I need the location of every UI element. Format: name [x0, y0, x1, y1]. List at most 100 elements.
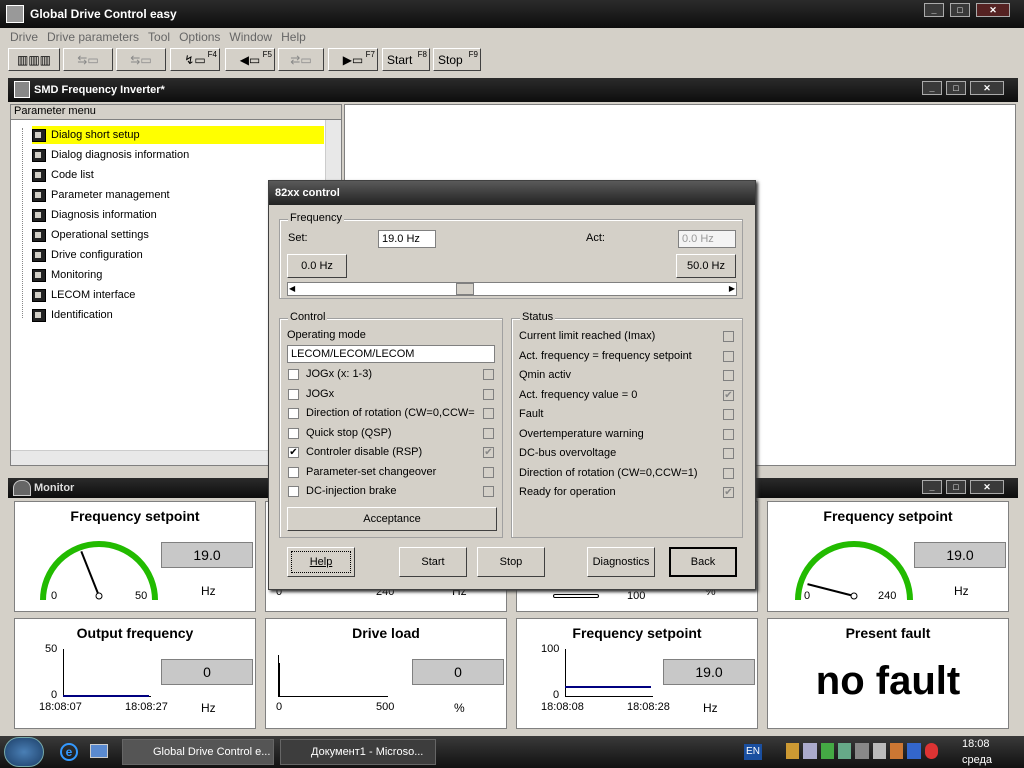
- tray-speaker-icon[interactable]: [872, 743, 886, 759]
- menu-tool[interactable]: Tool: [148, 30, 170, 46]
- min-frequency-button[interactable]: 0.0 Hz: [287, 254, 347, 278]
- act-frequency-field: 0.0 Hz: [678, 230, 736, 248]
- clock-time[interactable]: 18:08: [962, 738, 990, 750]
- help-button[interactable]: Help: [287, 547, 355, 577]
- set-frequency-input[interactable]: 19.0 Hz: [378, 230, 436, 248]
- tree-item-code-list[interactable]: Code list: [32, 166, 94, 184]
- menu-drive-parameters[interactable]: Drive parameters: [47, 30, 139, 46]
- control-status-indicator: [483, 486, 494, 497]
- control-checkbox[interactable]: [288, 466, 299, 478]
- control-checkbox[interactable]: [288, 427, 299, 439]
- menu-window[interactable]: Window: [229, 30, 272, 46]
- frequency-slider[interactable]: ◀ ▶: [287, 282, 737, 296]
- tree-item-diagnosis-information[interactable]: Diagnosis information: [32, 206, 157, 224]
- tree-item-dialog-short-setup[interactable]: Dialog short setup: [32, 126, 324, 144]
- tree-item-operational-settings[interactable]: Operational settings: [32, 226, 149, 244]
- tree-item-monitoring[interactable]: Monitoring: [32, 266, 102, 284]
- status-indicator: [723, 331, 734, 342]
- toolbar-start-button[interactable]: Start F8: [382, 48, 430, 71]
- toolbar-drives-button[interactable]: ▥▥▥: [8, 48, 60, 71]
- tray-icons[interactable]: [786, 743, 938, 761]
- trend-line: [63, 695, 149, 697]
- max-frequency-button[interactable]: 50.0 Hz: [676, 254, 736, 278]
- inner-maximize-button[interactable]: □: [946, 81, 966, 95]
- toolbar-monitor-button[interactable]: ↯▭ F4: [170, 48, 220, 71]
- stop-button[interactable]: Stop: [477, 547, 545, 577]
- tree-item-drive-configuration[interactable]: Drive configuration: [32, 246, 143, 264]
- status-group: Status Current limit reached (Imax) Act. …: [511, 311, 743, 538]
- panel-drive-load: Drive load 0 500 0 %: [265, 618, 507, 729]
- control-status-indicator: ✔: [483, 447, 494, 458]
- task-word-document[interactable]: Документ1 - Microso...: [280, 739, 436, 765]
- gauge: [795, 541, 913, 601]
- toolbar-read-button[interactable]: ◀▭ F5: [225, 48, 275, 71]
- start-orb[interactable]: [4, 737, 44, 767]
- slider-right-arrow[interactable]: ▶: [723, 284, 735, 294]
- browser-icon[interactable]: e: [60, 743, 78, 761]
- tray-connection-icon[interactable]: [837, 743, 852, 759]
- show-desktop-icon[interactable]: [90, 744, 108, 758]
- tray-display-icon[interactable]: [907, 743, 921, 759]
- monitor-maximize-button[interactable]: □: [946, 480, 966, 494]
- control-checkbox[interactable]: [288, 388, 299, 400]
- tray-antivirus-icon[interactable]: [820, 743, 834, 759]
- tray-sync-icon[interactable]: [855, 743, 869, 759]
- control-checkbox[interactable]: [288, 486, 299, 497]
- control-checkbox[interactable]: ✔: [288, 447, 299, 458]
- tree-item-lecom-interface[interactable]: LECOM interface: [32, 286, 135, 304]
- menu-options[interactable]: Options: [179, 30, 220, 46]
- inner-close-button[interactable]: ✕: [970, 81, 1004, 95]
- monitor-close-button[interactable]: ✕: [970, 480, 1004, 494]
- control-group: Control Operating mode LECOM/LECOM/LECOM…: [279, 311, 503, 538]
- start-button[interactable]: Start: [399, 547, 467, 577]
- maximize-button[interactable]: □: [950, 3, 970, 17]
- close-button[interactable]: ✕: [976, 3, 1010, 17]
- tree-item-parameter-management[interactable]: Parameter management: [32, 186, 170, 204]
- diagnostics-button[interactable]: Diagnostics: [587, 547, 655, 577]
- tree-item-dialog-diagnosis[interactable]: Dialog diagnosis information: [32, 146, 189, 164]
- menu-drive[interactable]: Drive: [10, 30, 38, 46]
- control-checkbox[interactable]: [288, 369, 299, 380]
- task-global-drive-control[interactable]: Global Drive Control e...: [122, 739, 274, 765]
- toolbar-param-button[interactable]: ⇆▭: [63, 48, 113, 71]
- minimize-button[interactable]: _: [924, 3, 944, 17]
- toolbar-compare-button[interactable]: ⇄▭: [278, 48, 324, 71]
- folder-icon: [32, 208, 46, 222]
- status-item-label: Fault: [519, 408, 544, 420]
- slider-left-arrow[interactable]: ◀: [289, 284, 301, 294]
- inner-minimize-button[interactable]: _: [922, 81, 942, 95]
- toolbar-param2-button[interactable]: ⇆▭: [116, 48, 166, 71]
- panel-title: Frequency setpoint: [823, 508, 953, 524]
- trend-line: [565, 686, 651, 688]
- back-button[interactable]: Back: [669, 547, 737, 577]
- toolbar-stop-button[interactable]: Stop F9: [433, 48, 481, 71]
- menu-help[interactable]: Help: [281, 30, 306, 46]
- panel-title: Output frequency: [76, 625, 194, 641]
- control-item-label: Parameter-set changeover: [306, 465, 437, 478]
- monitor-minimize-button[interactable]: _: [922, 480, 942, 494]
- tray-block-icon[interactable]: [924, 743, 938, 759]
- gauge-needle: [80, 551, 100, 597]
- control-item-label: Controler disable (RSP): [306, 446, 423, 458]
- status-indicator: [723, 350, 734, 362]
- acceptance-button[interactable]: Acceptance: [287, 507, 497, 531]
- language-indicator[interactable]: EN: [744, 744, 762, 760]
- tray-app-icon[interactable]: [786, 743, 800, 759]
- control-checkbox[interactable]: [288, 408, 299, 419]
- panel-output-frequency: Output frequency 50 0 18:08:07 18:08:27 …: [14, 618, 256, 729]
- tray-network-icon[interactable]: [803, 743, 817, 759]
- status-indicator: [723, 428, 734, 440]
- trend-axes: [565, 649, 653, 697]
- clock-day[interactable]: среда: [962, 754, 992, 766]
- unit-label: Hz: [954, 584, 969, 598]
- status-item-label: Act. frequency value = 0: [519, 388, 638, 401]
- folder-icon: [32, 308, 46, 322]
- tree-item-identification[interactable]: Identification: [32, 306, 113, 324]
- slider-thumb[interactable]: [456, 283, 475, 295]
- toolbar-write-button[interactable]: ▶▭ F7: [328, 48, 378, 71]
- operating-mode-label: Operating mode: [287, 329, 366, 341]
- trend-ymin: 0: [51, 689, 58, 701]
- frequency-group: Frequency Set: 19.0 Hz Act: 0.0 Hz 0.0 H…: [279, 212, 743, 299]
- gauge-max: 240: [878, 590, 897, 602]
- tray-update-icon[interactable]: [889, 743, 904, 759]
